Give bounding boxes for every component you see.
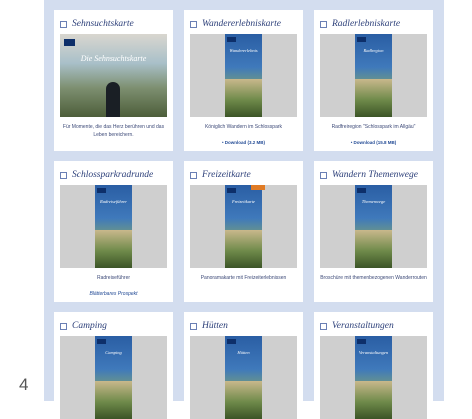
cover-title: Radreiseführer <box>100 199 127 204</box>
brochure-cover-image[interactable]: Themenwege <box>320 185 427 268</box>
card-title[interactable]: Veranstaltungen <box>320 319 429 333</box>
card-schlossparkradrunde: Schlossparkradrunde Radreiseführer Radre… <box>54 161 173 302</box>
checkbox[interactable] <box>320 171 327 179</box>
card-title[interactable]: Wandererlebniskarte <box>190 17 299 31</box>
cover-scene <box>225 381 262 419</box>
card-title[interactable]: Camping <box>60 319 169 333</box>
brand-logo <box>227 37 236 42</box>
brand-logo <box>227 188 236 193</box>
checkbox[interactable] <box>190 322 197 330</box>
cover-title: Freizeitkarte <box>231 199 256 204</box>
card-description: Panoramakarte mit Freizeiterlebnissen <box>200 275 287 281</box>
card-title-text: Wandererlebniskarte <box>202 19 281 29</box>
brochure-cover: Camping <box>95 336 132 419</box>
card-description: Radreiseführer <box>96 275 131 281</box>
brochure-cover-image[interactable]: Radlregion <box>320 34 427 117</box>
card-title[interactable]: Radlerlebniskarte <box>320 17 429 31</box>
card-title-text: Freizeitkarte <box>202 170 251 180</box>
brochure-cover-image[interactable]: Radreiseführer <box>60 185 167 268</box>
checkbox[interactable] <box>60 20 67 28</box>
checkbox[interactable] <box>320 322 327 330</box>
new-ribbon <box>251 185 265 190</box>
card-title-text: Schlossparkradrunde <box>72 170 154 180</box>
card-freizeitkarte: Freizeitkarte Freizeitkarte Panoramakart… <box>184 161 303 302</box>
brochure-cover-image[interactable]: Hütten <box>190 336 297 419</box>
brand-logo <box>227 339 236 344</box>
checkbox[interactable] <box>190 20 197 28</box>
download-link[interactable]: • Download (3.2 MB) <box>188 140 299 145</box>
card-title-text: Camping <box>72 321 107 331</box>
cover-title: Wandererlebnis <box>229 48 258 53</box>
cover-title: Radlregion <box>363 48 384 53</box>
cover-title: Die Sehnsuchtskarte <box>80 54 147 63</box>
card-description: Königlich Wandern im Schlosspark <box>204 124 283 130</box>
brochure-cover: Themenwege <box>355 185 392 268</box>
card-title-text: Veranstaltungen <box>332 321 394 331</box>
cover-scene: Die Sehnsuchtskarte <box>60 34 167 117</box>
card-description: Radfreiregion "Schlosspark im Allgäu" <box>331 124 416 130</box>
checkbox[interactable] <box>190 171 197 179</box>
brand-logo <box>97 188 106 193</box>
download-link[interactable]: • Download (15.8 MB) <box>318 140 429 145</box>
card-title[interactable]: Freizeitkarte <box>190 168 299 182</box>
card-title-text: Hütten <box>202 321 228 331</box>
card-wandern-themenwege: Wandern Themenwege Themenwege Broschüre … <box>314 161 433 302</box>
card-description: Für Momente, die das Herz berühren und d… <box>62 124 165 138</box>
card-veranstaltungen: Veranstaltungen Veranstaltungen <box>314 312 433 419</box>
card-camping: Camping Camping <box>54 312 173 419</box>
brand-logo <box>357 188 366 193</box>
brochure-cover-image[interactable]: Veranstaltungen <box>320 336 427 419</box>
brochure-cover: Wandererlebnis <box>225 34 262 117</box>
card-wandererlebniskarte: Wandererlebniskarte Wandererlebnis König… <box>184 10 303 151</box>
brochure-cover-image[interactable]: Wandererlebnis <box>190 34 297 117</box>
cover-scene <box>95 230 132 268</box>
brochure-cover: Radlregion <box>355 34 392 117</box>
flipbook-link[interactable]: Blätterbares Prospekt <box>58 291 169 297</box>
brand-logo <box>64 39 75 46</box>
cover-scene <box>355 230 392 268</box>
card-title[interactable]: Schlossparkradrunde <box>60 168 169 182</box>
cover-scene <box>95 381 132 419</box>
card-title-text: Wandern Themenwege <box>332 170 418 180</box>
brand-logo <box>97 339 106 344</box>
cover-scene <box>355 381 392 419</box>
checkbox[interactable] <box>60 322 67 330</box>
card-description: Broschüre mit themenbezogenen Wanderrout… <box>320 275 427 281</box>
brand-logo <box>357 37 366 42</box>
brochure-grid-panel: Sehnsuchtskarte Die Sehnsuchtskarte Für … <box>44 0 444 419</box>
cover-title: Veranstaltungen <box>358 350 389 355</box>
card-sehnsuchtskarte: Sehnsuchtskarte Die Sehnsuchtskarte Für … <box>54 10 173 151</box>
brochure-cover-image[interactable]: Camping <box>60 336 167 419</box>
card-huetten: Hütten Hütten <box>184 312 303 419</box>
card-title[interactable]: Hütten <box>190 319 299 333</box>
cover-scene <box>225 230 262 268</box>
brochure-cover: Radreiseführer <box>95 185 132 268</box>
cover-scene <box>355 79 392 117</box>
card-radlerlebniskarte: Radlerlebniskarte Radlregion Radfreiregi… <box>314 10 433 151</box>
brand-logo <box>357 339 366 344</box>
cover-title: Camping <box>105 350 122 355</box>
checkbox[interactable] <box>320 20 327 28</box>
brochure-cover: Freizeitkarte <box>225 185 262 268</box>
cover-title: Themenwege <box>361 199 386 204</box>
card-title[interactable]: Sehnsuchtskarte <box>60 17 169 31</box>
person-silhouette <box>106 82 120 117</box>
brochure-cover: Veranstaltungen <box>355 336 392 419</box>
cover-title: Hütten <box>237 350 250 355</box>
card-title-text: Sehnsuchtskarte <box>72 19 134 29</box>
cover-scene <box>225 79 262 117</box>
checkbox[interactable] <box>60 171 67 179</box>
page-number: 4 <box>19 375 29 394</box>
brochure-cover-image[interactable]: Freizeitkarte <box>190 185 297 268</box>
brochure-cover-image[interactable]: Die Sehnsuchtskarte <box>60 34 167 117</box>
card-title-text: Radlerlebniskarte <box>332 19 401 29</box>
card-title[interactable]: Wandern Themenwege <box>320 168 429 182</box>
brochure-cover: Hütten <box>225 336 262 419</box>
